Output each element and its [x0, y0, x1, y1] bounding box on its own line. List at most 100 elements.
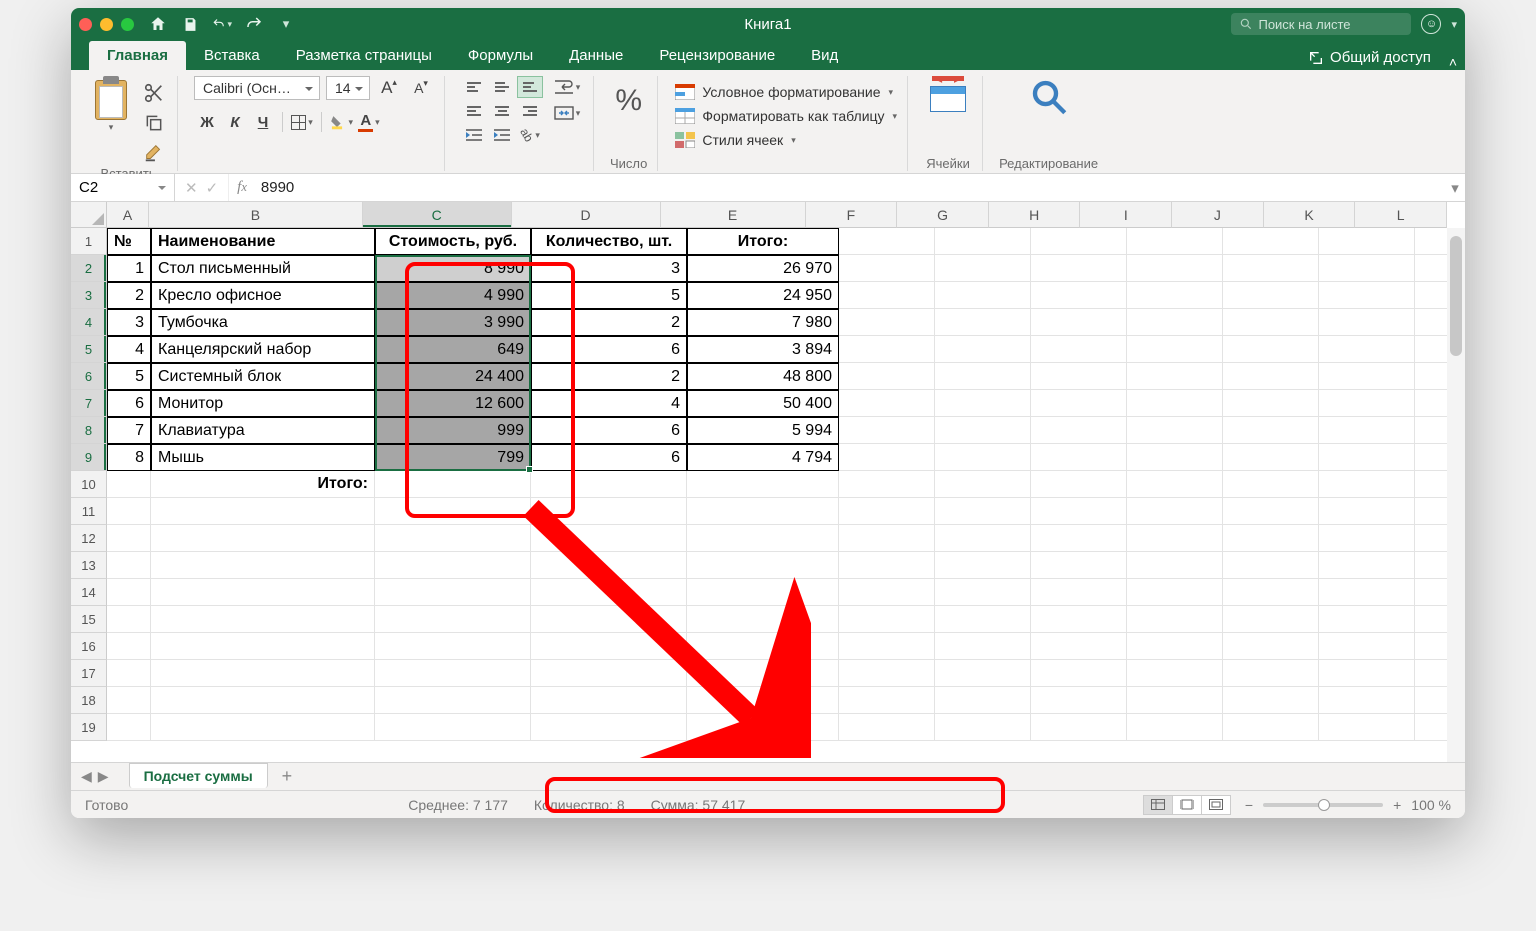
- cell-F17[interactable]: [839, 660, 935, 687]
- collapse-ribbon-icon[interactable]: ˄: [1449, 54, 1457, 70]
- cell-F15[interactable]: [839, 606, 935, 633]
- cell-I17[interactable]: [1127, 660, 1223, 687]
- format-as-table-button[interactable]: Форматировать как таблицу▾: [674, 104, 897, 128]
- cell-I19[interactable]: [1127, 714, 1223, 741]
- cut-button[interactable]: [141, 82, 167, 104]
- cell-K14[interactable]: [1319, 579, 1415, 606]
- cell-C8[interactable]: 999: [375, 417, 531, 444]
- italic-button[interactable]: К: [222, 110, 248, 134]
- column-header-G[interactable]: G: [897, 202, 989, 228]
- next-sheet-button[interactable]: ▶: [98, 768, 109, 785]
- decrease-indent-button[interactable]: [461, 124, 487, 146]
- search-input[interactable]: Поиск на листе: [1231, 13, 1411, 35]
- cell-E19[interactable]: [687, 714, 839, 741]
- cell-J8[interactable]: [1223, 417, 1319, 444]
- normal-view-button[interactable]: [1143, 795, 1173, 815]
- cell-I14[interactable]: [1127, 579, 1223, 606]
- add-sheet-button[interactable]: +: [282, 766, 293, 787]
- copy-button[interactable]: [141, 112, 167, 134]
- row-header-8[interactable]: 8: [71, 417, 107, 444]
- undo-icon[interactable]: ▾: [212, 14, 232, 34]
- cell-D1[interactable]: Количество, шт.: [531, 228, 687, 255]
- cell-B16[interactable]: [151, 633, 375, 660]
- align-middle-button[interactable]: [489, 76, 515, 98]
- align-center-button[interactable]: [489, 100, 515, 122]
- align-top-button[interactable]: [461, 76, 487, 98]
- page-break-view-button[interactable]: [1201, 795, 1231, 815]
- cell-I1[interactable]: [1127, 228, 1223, 255]
- row-header-15[interactable]: 15: [71, 606, 107, 633]
- cell-D14[interactable]: [531, 579, 687, 606]
- cell-A13[interactable]: [107, 552, 151, 579]
- align-bottom-button[interactable]: [517, 76, 543, 98]
- cell-J13[interactable]: [1223, 552, 1319, 579]
- column-header-E[interactable]: E: [661, 202, 806, 228]
- cell-B19[interactable]: [151, 714, 375, 741]
- cell-E16[interactable]: [687, 633, 839, 660]
- cell-D12[interactable]: [531, 525, 687, 552]
- cell-B14[interactable]: [151, 579, 375, 606]
- cell-A7[interactable]: 6: [107, 390, 151, 417]
- cell-A6[interactable]: 5: [107, 363, 151, 390]
- cell-E4[interactable]: 7 980: [687, 309, 839, 336]
- increase-indent-button[interactable]: [489, 124, 515, 146]
- cell-K18[interactable]: [1319, 687, 1415, 714]
- cell-E14[interactable]: [687, 579, 839, 606]
- cell-H14[interactable]: [1031, 579, 1127, 606]
- cell-I7[interactable]: [1127, 390, 1223, 417]
- cell-B18[interactable]: [151, 687, 375, 714]
- row-header-16[interactable]: 16: [71, 633, 107, 660]
- row-header-4[interactable]: 4: [71, 309, 107, 336]
- borders-button[interactable]: ▾: [289, 110, 315, 134]
- cell-A4[interactable]: 3: [107, 309, 151, 336]
- cell-G17[interactable]: [935, 660, 1031, 687]
- cell-J5[interactable]: [1223, 336, 1319, 363]
- sheet-tab[interactable]: Подсчет суммы: [129, 763, 268, 788]
- row-header-12[interactable]: 12: [71, 525, 107, 552]
- column-header-F[interactable]: F: [806, 202, 898, 228]
- cell-E5[interactable]: 3 894: [687, 336, 839, 363]
- cell-A15[interactable]: [107, 606, 151, 633]
- cell-E3[interactable]: 24 950: [687, 282, 839, 309]
- cell-E15[interactable]: [687, 606, 839, 633]
- cell-K5[interactable]: [1319, 336, 1415, 363]
- cell-H9[interactable]: [1031, 444, 1127, 471]
- cell-A11[interactable]: [107, 498, 151, 525]
- cell-G18[interactable]: [935, 687, 1031, 714]
- customize-qat-icon[interactable]: ▾: [276, 14, 296, 34]
- cell-J14[interactable]: [1223, 579, 1319, 606]
- maximize-window-button[interactable]: [121, 18, 134, 31]
- cell-G4[interactable]: [935, 309, 1031, 336]
- cell-D6[interactable]: 2: [531, 363, 687, 390]
- cell-I12[interactable]: [1127, 525, 1223, 552]
- cell-D15[interactable]: [531, 606, 687, 633]
- spreadsheet-grid[interactable]: ABCDEFGHIJKL 123456789101112131415161718…: [71, 202, 1465, 762]
- zoom-slider[interactable]: [1263, 803, 1383, 807]
- editing-button[interactable]: [1028, 76, 1070, 118]
- cell-G16[interactable]: [935, 633, 1031, 660]
- cell-C11[interactable]: [375, 498, 531, 525]
- feedback-icon[interactable]: ☺: [1421, 14, 1441, 34]
- format-painter-button[interactable]: [141, 142, 167, 164]
- bold-button[interactable]: Ж: [194, 110, 220, 134]
- cell-C4[interactable]: 3 990: [375, 309, 531, 336]
- cell-G7[interactable]: [935, 390, 1031, 417]
- row-header-3[interactable]: 3: [71, 282, 107, 309]
- cell-E6[interactable]: 48 800: [687, 363, 839, 390]
- font-name-combo[interactable]: Calibri (Осн…: [194, 76, 320, 100]
- cell-B10[interactable]: Итого:: [151, 471, 375, 498]
- cell-B7[interactable]: Монитор: [151, 390, 375, 417]
- cell-A1[interactable]: №: [107, 228, 151, 255]
- cell-J15[interactable]: [1223, 606, 1319, 633]
- tab-insert[interactable]: Вставка: [186, 41, 278, 70]
- cell-D11[interactable]: [531, 498, 687, 525]
- cell-C2[interactable]: 8 990: [375, 255, 531, 282]
- cell-C17[interactable]: [375, 660, 531, 687]
- cell-B1[interactable]: Наименование: [151, 228, 375, 255]
- row-header-17[interactable]: 17: [71, 660, 107, 687]
- accept-formula-icon[interactable]: ✓: [206, 179, 219, 197]
- cells-button[interactable]: ◂▸: [924, 76, 972, 112]
- column-header-D[interactable]: D: [512, 202, 661, 228]
- column-header-B[interactable]: B: [149, 202, 363, 228]
- cell-B9[interactable]: Мышь: [151, 444, 375, 471]
